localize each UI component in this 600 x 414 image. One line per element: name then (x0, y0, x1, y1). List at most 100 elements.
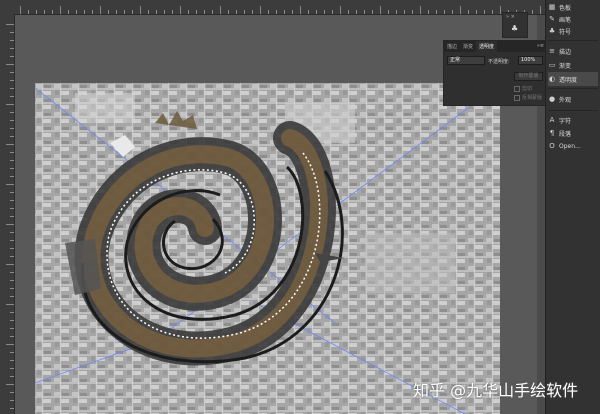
transparency-panel[interactable]: 描边 渐变 透明度 »≡ 正常 不透明度: 100% 制作蒙版 剪切 反相蒙版 (443, 40, 547, 106)
ruler-tick (452, 10, 453, 14)
ruler-tick (348, 10, 349, 14)
ruler-tick (340, 6, 341, 14)
panel-item-character[interactable]: A 字符 (548, 113, 571, 127)
ruler-tick (132, 10, 133, 14)
ruler-tick (10, 32, 14, 33)
panel-item-transparency[interactable]: ◐ 透明度 (548, 72, 598, 86)
swatches-icon: ▦ (548, 3, 556, 11)
ruler-tick (220, 6, 221, 14)
ruler-tick (300, 6, 301, 14)
ruler-tick (84, 10, 85, 14)
tab-stroke[interactable]: 描边 (444, 41, 460, 52)
horizontal-ruler[interactable] (0, 0, 545, 15)
tab-gradient[interactable]: 渐变 (460, 41, 476, 52)
ruler-tick (420, 6, 421, 14)
right-panel-dock: ▦ 色板 ✎ 画笔 ♣ 符号 ≡ 描边 ▭ 渐变 ◐ 透明度 ● 外观 A 字符 ¶ 段落 O Op… (545, 0, 600, 414)
ruler-tick (10, 168, 14, 169)
divider (548, 88, 598, 89)
club-icon[interactable]: ♣ (511, 24, 518, 33)
ruler-tick (6, 224, 14, 225)
ruler-tick (10, 368, 14, 369)
ruler-tick (228, 10, 229, 14)
opacity-field[interactable]: 100% (518, 56, 543, 65)
opentype-icon: O (549, 142, 555, 150)
checkbox-box[interactable] (514, 94, 520, 101)
panel-collapse-arrows[interactable]: » × (506, 14, 515, 20)
ruler-tick (10, 216, 14, 217)
floating-mini-panel[interactable]: » × ♣ (502, 12, 528, 38)
ruler-tick (10, 272, 14, 273)
ruler-tick (10, 40, 14, 41)
ruler-tick (60, 6, 61, 14)
ruler-tick (268, 10, 269, 14)
ruler-tick (10, 288, 14, 289)
blend-mode-select[interactable]: 正常 (447, 56, 485, 65)
ruler-tick (148, 10, 149, 14)
blend-mode-value: 正常 (450, 57, 461, 63)
ruler-tick (484, 10, 485, 14)
ruler-tick (6, 304, 14, 305)
ruler-tick (500, 6, 501, 14)
make-mask-button[interactable]: 制作蒙版 (514, 72, 543, 81)
ruler-tick (6, 184, 14, 185)
clip-checkbox[interactable]: 剪切 (514, 85, 532, 92)
gradient-icon: ▭ (548, 61, 556, 69)
ruler-tick (108, 10, 109, 14)
ruler-tick (10, 360, 14, 361)
symbol-icon: ♣ (548, 27, 556, 35)
opacity-value: 100% (521, 57, 536, 63)
ruler-tick (10, 192, 14, 193)
ruler-tick (10, 232, 14, 233)
ruler-tick (44, 10, 45, 14)
transparency-icon: ◐ (548, 75, 556, 83)
ruler-tick (10, 120, 14, 121)
appearance-icon: ● (548, 95, 556, 103)
ruler-tick (364, 10, 365, 14)
ruler-tick (28, 10, 29, 14)
artboard[interactable] (35, 83, 500, 414)
ruler-tick (100, 6, 101, 14)
ruler-tick (10, 80, 14, 81)
ruler-tick (468, 10, 469, 14)
tab-transparency[interactable]: 透明度 (476, 41, 498, 52)
panel-item-symbols[interactable]: ♣ 符号 (548, 24, 571, 38)
ruler-tick (10, 112, 14, 113)
ruler-tick (10, 320, 14, 321)
ruler-tick (6, 104, 14, 105)
ruler-tick (532, 10, 533, 14)
vertical-ruler[interactable] (0, 14, 15, 414)
checkbox-box[interactable] (514, 85, 520, 92)
panel-item-appearance[interactable]: ● 外观 (548, 92, 571, 106)
ruler-tick (76, 10, 77, 14)
ruler-tick (10, 400, 14, 401)
ruler-tick (332, 10, 333, 14)
ruler-tick (10, 208, 14, 209)
ruler-tick (6, 264, 14, 265)
ruler-tick (404, 10, 405, 14)
ruler-tick (492, 10, 493, 14)
ruler-tick (388, 10, 389, 14)
ruler-tick (68, 10, 69, 14)
panel-item-opentype[interactable]: O Open... (548, 139, 581, 153)
ruler-tick (204, 10, 205, 14)
ruler-tick (476, 10, 477, 14)
invert-mask-checkbox[interactable]: 反相蒙版 (514, 94, 542, 101)
ruler-tick (292, 10, 293, 14)
ruler-tick (20, 6, 21, 14)
panel-item-gradient[interactable]: ▭ 渐变 (548, 58, 571, 72)
ruler-tick (10, 296, 14, 297)
panel-item-paragraph[interactable]: ¶ 段落 (548, 126, 571, 140)
artwork (35, 83, 500, 414)
ruler-tick (260, 6, 261, 14)
panel-item-stroke[interactable]: ≡ 描边 (548, 44, 571, 58)
ruler-tick (428, 10, 429, 14)
ruler-tick (10, 176, 14, 177)
ruler-tick (10, 328, 14, 329)
ruler-tick (10, 96, 14, 97)
ruler-tick (124, 10, 125, 14)
ruler-tick (10, 392, 14, 393)
ruler-tick (396, 10, 397, 14)
panel-tabs: 描边 渐变 透明度 »≡ (444, 41, 546, 52)
ruler-tick (444, 10, 445, 14)
ruler-tick (10, 128, 14, 129)
